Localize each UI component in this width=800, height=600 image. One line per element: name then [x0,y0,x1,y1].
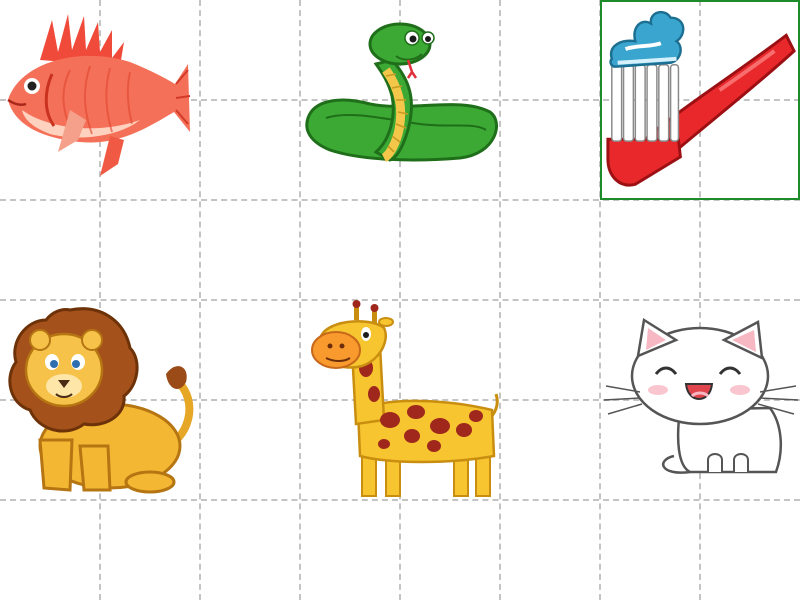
toothbrush-icon [606,10,796,187]
cat-card[interactable] [600,300,800,500]
snake-card[interactable] [300,0,500,200]
green-snake-icon [305,22,498,163]
fish-card[interactable] [0,0,200,200]
picture-board [0,0,800,600]
giraffe-icon [311,300,499,497]
giraffe-card[interactable] [300,300,500,500]
lion-card[interactable] [0,300,200,500]
white-cat-icon [603,317,799,474]
lion-icon [8,307,194,494]
toothbrush-card[interactable] [600,0,800,200]
red-fish-icon [7,14,191,176]
